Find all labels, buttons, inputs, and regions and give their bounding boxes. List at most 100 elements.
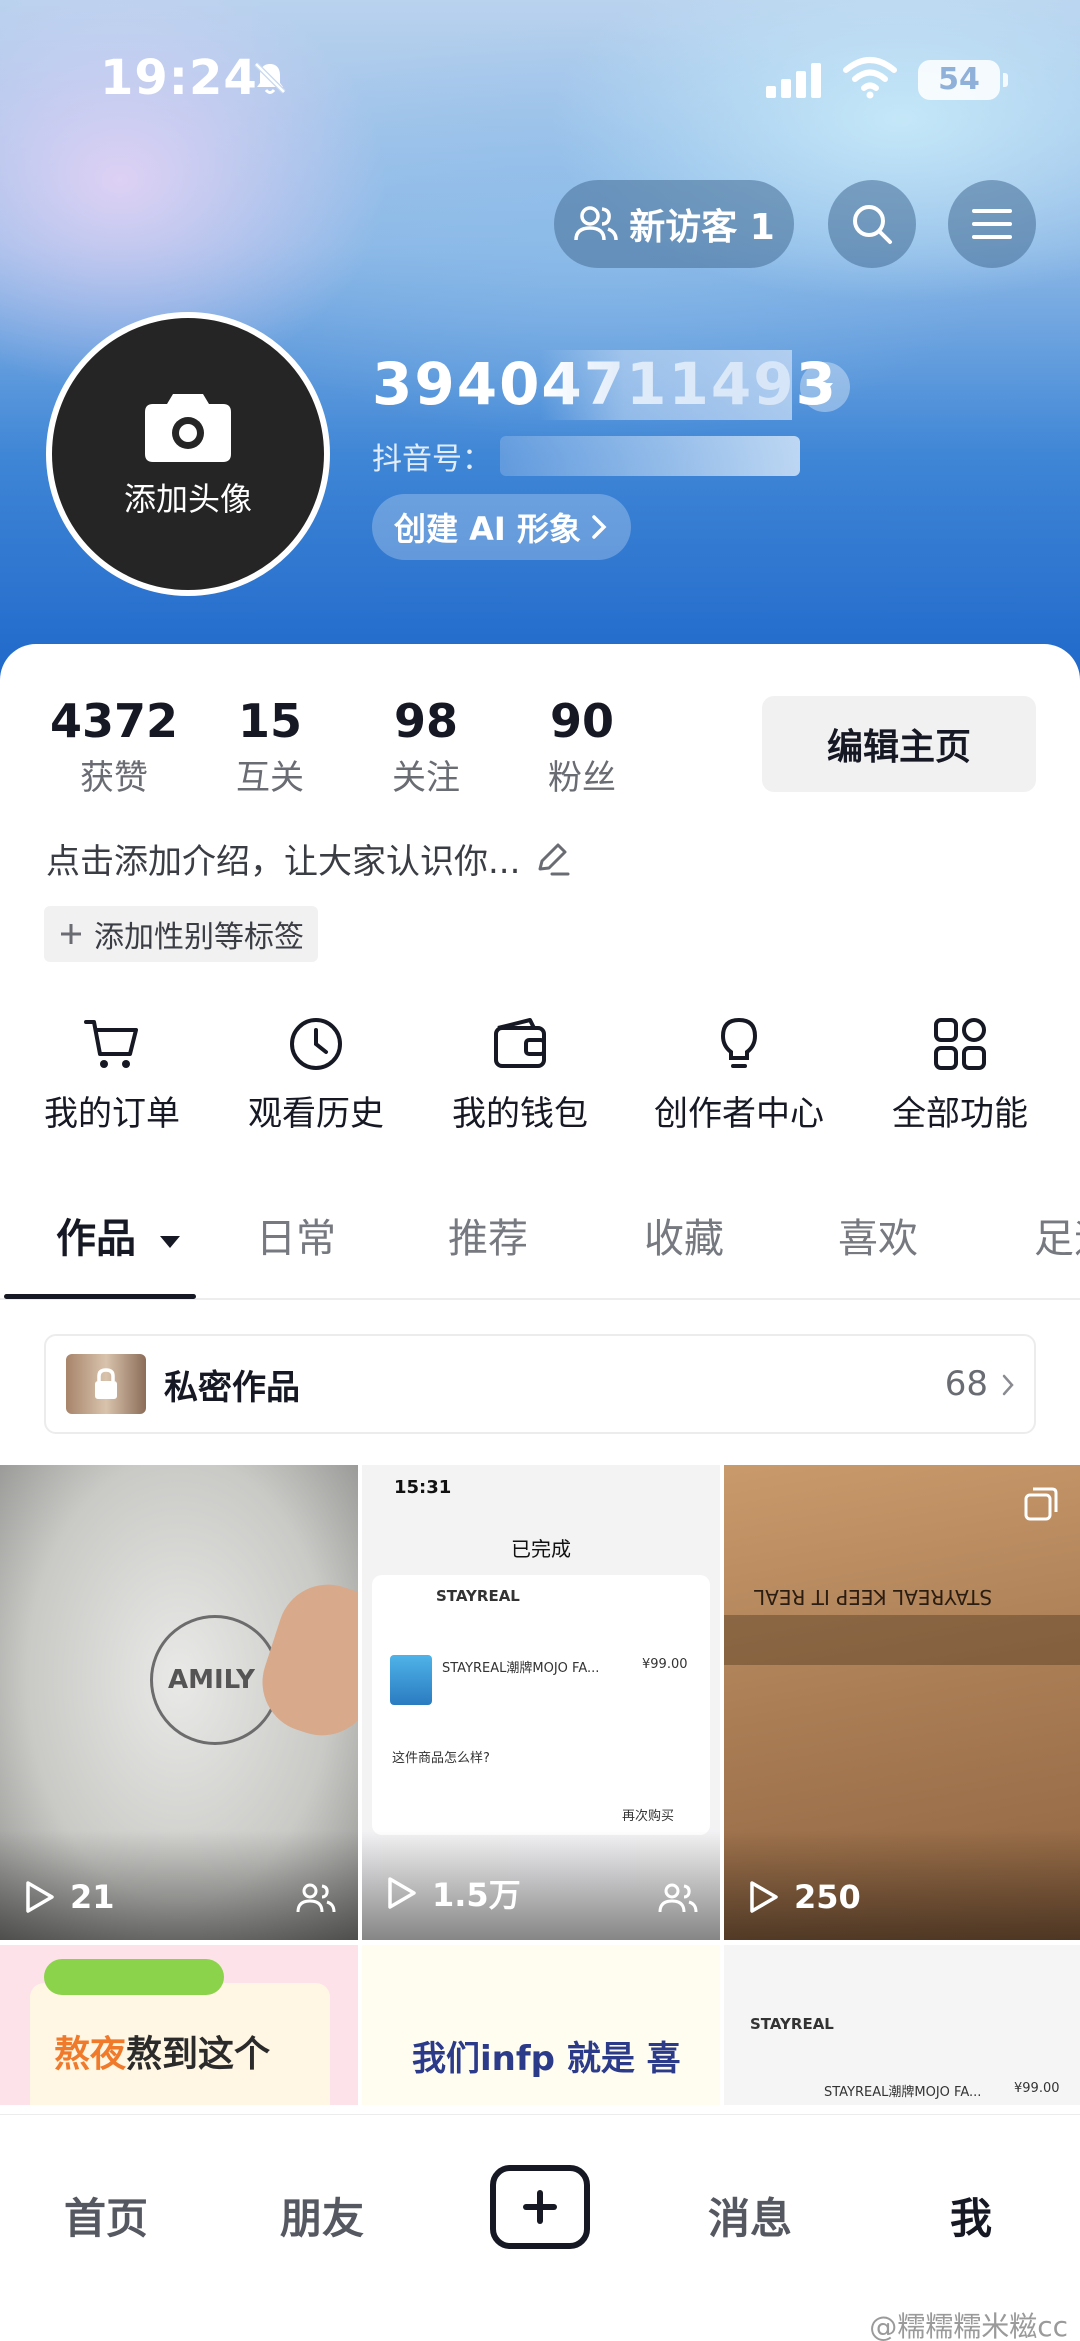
multi-image-icon — [1024, 1487, 1058, 1521]
screenshot-price: ¥99.00 — [642, 1657, 688, 1672]
camera-icon — [145, 394, 231, 462]
douyin-id-label: 抖音号： — [372, 442, 492, 477]
video-thumbnail[interactable]: AMILY 21 — [0, 1465, 358, 1940]
caret-down-icon — [159, 1236, 180, 1248]
profile-header: 19:24 54 新访客 1 添加头像 抖音号： 创建 AI 形象 — [0, 0, 1080, 700]
new-visitors-button[interactable]: 新访客 1 — [554, 180, 794, 268]
stat-likes[interactable]: 4372 获赞 — [36, 694, 192, 799]
stat-number: 4372 — [49, 694, 179, 748]
shortcut-label: 全部功能 — [892, 1094, 1028, 1134]
tab-label: 作品 — [56, 1216, 136, 1262]
wallet-icon — [494, 1018, 546, 1068]
bell-mute-icon — [254, 62, 286, 94]
thumbnail-caption: 我们infp 就是 喜 — [412, 2039, 681, 2079]
private-works-row[interactable]: 私密作品 68 — [44, 1334, 1036, 1434]
stat-mutual[interactable]: 15 互关 — [192, 694, 348, 799]
plus-icon — [61, 924, 81, 944]
stats-row: 4372 获赞 15 互关 98 关注 90 粉丝 — [36, 694, 660, 799]
active-tab-indicator — [4, 1294, 196, 1299]
grid-icon — [934, 1018, 986, 1070]
cart-icon — [84, 1020, 138, 1068]
thumbnail-caption: 熬夜熬到这个 — [54, 2025, 270, 2077]
play-count-value: 1.5万 — [432, 1876, 521, 1914]
account-switch-button[interactable] — [800, 362, 850, 412]
screenshot-product: STAYREAL潮牌MOJO FA... — [824, 2085, 982, 2100]
stat-number: 98 — [393, 694, 458, 748]
signal-icon — [766, 63, 821, 98]
avatar-add-button[interactable]: 添加头像 — [46, 312, 330, 596]
bulb-icon — [720, 1017, 758, 1068]
play-count: 21 — [22, 1878, 115, 1916]
nav-friends[interactable]: 朋友 — [280, 2185, 364, 2246]
edit-profile-button[interactable]: 编辑主页 — [762, 696, 1036, 792]
private-works-label: 私密作品 — [164, 1367, 300, 1408]
tab-recommend[interactable]: 推荐 — [448, 1206, 528, 1264]
tab-likes[interactable]: 喜欢 — [838, 1206, 918, 1264]
search-button[interactable] — [828, 180, 916, 268]
status-time: 19:24 — [100, 50, 258, 106]
screenshot-store: STAYREAL — [436, 1587, 520, 1605]
shortcut-history[interactable]: 观看历史 — [248, 1016, 384, 1135]
stat-number: 15 — [237, 694, 302, 748]
battery-indicator: 54 — [918, 60, 1008, 100]
video-thumbnail[interactable]: STAYREAL KEEP IT REAL 250 — [724, 1465, 1080, 1940]
tab-daily[interactable]: 日常 — [256, 1206, 336, 1264]
clock-icon — [290, 1018, 342, 1070]
tab-works[interactable]: 作品 — [56, 1206, 184, 1264]
play-icon — [26, 1881, 54, 1913]
tab-favorites[interactable]: 收藏 — [644, 1206, 724, 1264]
private-works-count: 68 — [944, 1364, 988, 1404]
video-thumbnail[interactable]: 15:31 已完成 STAYREAL STAYREAL潮牌MOJO FA... … — [362, 1465, 720, 1940]
create-post-button[interactable] — [490, 2165, 590, 2249]
play-count-value: 21 — [70, 1878, 115, 1916]
nav-home[interactable]: 首页 — [64, 2185, 148, 2246]
tab-footprint[interactable]: 足迹 — [1034, 1206, 1080, 1264]
people-icon — [574, 206, 618, 241]
add-tags-button[interactable]: 添加性别等标签 — [44, 906, 318, 962]
chevron-right-icon — [1002, 1374, 1014, 1396]
stat-following[interactable]: 98 关注 — [348, 694, 504, 799]
screenshot-title: 已完成 — [511, 1537, 571, 1561]
play-count-value: 250 — [794, 1878, 861, 1916]
emoji-pill-graphic — [44, 1959, 224, 1995]
content-tabs: 作品 日常 推荐 收藏 喜欢 足迹 — [0, 1172, 1080, 1300]
play-icon — [388, 1877, 416, 1909]
ai-button-label: 创建 AI 形象 — [394, 510, 581, 548]
video-thumbnail[interactable]: 我们infp 就是 喜 — [362, 1945, 720, 2105]
create-ai-avatar-button[interactable]: 创建 AI 形象 — [372, 494, 631, 560]
shortcut-creator-center[interactable]: 创作者中心 — [654, 1016, 824, 1135]
video-thumbnail[interactable]: STAYREAL STAYREAL潮牌MOJO FA... ¥99.00 — [724, 1945, 1080, 2105]
caption-rest: 熬到这个 — [126, 2034, 271, 2075]
play-icon — [750, 1881, 778, 1913]
caption-highlight: 熬夜 — [54, 2034, 127, 2075]
play-count: 250 — [746, 1878, 861, 1916]
stat-followers[interactable]: 90 粉丝 — [504, 694, 660, 799]
screenshot-time: 15:31 — [394, 1477, 452, 1498]
nav-messages[interactable]: 消息 — [708, 2185, 792, 2246]
stat-number: 90 — [549, 694, 614, 748]
shortcut-orders[interactable]: 我的订单 — [44, 1016, 180, 1135]
shortcut-wallet[interactable]: 我的钱包 — [452, 1016, 588, 1135]
status-bar: 19:24 54 — [0, 0, 1080, 160]
bio-add-button[interactable]: 点击添加介绍，让大家认识你... — [46, 834, 572, 883]
screenshot-order-card: STAYREAL STAYREAL潮牌MOJO FA... ¥99.00 这件商… — [372, 1575, 710, 1835]
tape-graphic — [724, 1615, 1080, 1665]
screenshot-product: STAYREAL潮牌MOJO FA... — [442, 1661, 600, 1676]
caret-down-icon — [817, 383, 833, 393]
douyin-id-value-blurred — [500, 436, 800, 476]
friends-visible-icon — [658, 1883, 698, 1913]
plus-icon — [523, 2190, 557, 2224]
lock-icon — [95, 1368, 117, 1399]
product-box-graphic — [390, 1655, 432, 1705]
nav-me[interactable]: 我 — [950, 2185, 992, 2246]
shortcut-label: 创作者中心 — [654, 1094, 824, 1134]
shortcut-all-features[interactable]: 全部功能 — [892, 1016, 1028, 1135]
screenshot-price: ¥99.00 — [1014, 2081, 1060, 2096]
shortcut-label: 我的钱包 — [452, 1094, 588, 1134]
menu-button[interactable] — [948, 180, 1036, 268]
video-thumbnail[interactable]: 熬夜熬到这个 — [0, 1945, 358, 2105]
stat-label: 获赞 — [80, 758, 148, 798]
tag-button-label: 添加性别等标签 — [94, 920, 304, 955]
stat-label: 关注 — [392, 758, 460, 798]
screenshot-store: STAYREAL — [750, 2015, 834, 2033]
